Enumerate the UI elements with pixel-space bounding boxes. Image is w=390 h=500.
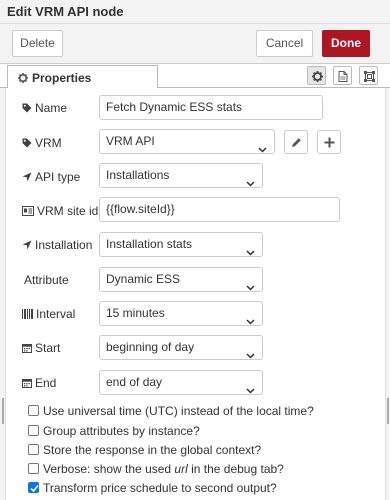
chevron-down-icon [246,344,255,367]
chevron-down-icon [246,310,255,333]
checkmark-icon [30,484,39,493]
gear-icon [312,71,323,82]
name-input[interactable]: Fetch Dynamic ESS stats [99,95,323,120]
file-icon [338,71,348,82]
end-select[interactable]: end of day [99,370,263,395]
end-label-text: End [35,376,57,390]
interval-label: Interval [22,307,75,322]
vrm-label-text: VRM [35,136,62,150]
dialog-titlebar: Edit VRM API node [0,0,390,24]
installation-select[interactable]: Installation stats [99,232,263,257]
attribute-label: Attribute [24,273,69,287]
barcode-icon [22,308,33,322]
site-id-label-text: VRM site id [37,204,99,218]
end-label: End [22,376,56,391]
chevron-down-icon [258,138,267,161]
attribute-select[interactable]: Dynamic ESS [99,267,263,292]
store-global-checkbox-label: Store the response in the global context… [43,443,262,457]
api-type-select-value: Installations [106,168,170,182]
start-label: Start [22,341,60,356]
end-select-value: end of day [106,375,163,389]
tab-appearance[interactable] [359,66,378,85]
api-type-label: API type [22,170,80,185]
vrm-select-value: VRM API [106,134,155,148]
installation-label-text: Installation [35,238,93,252]
installation-label: Installation [22,238,92,253]
interval-select[interactable]: 15 minutes [99,301,263,326]
delete-button[interactable]: Delete [12,30,63,57]
utc-checkbox-label: Use universal time (UTC) instead of the … [43,404,314,418]
vrm-label: VRM [22,136,62,151]
frame-icon [364,71,375,82]
start-select[interactable]: beginning of day [99,335,263,360]
api-type-label-text: API type [35,170,81,184]
verbose-label-before: Verbose: show the used [43,462,175,476]
group-attributes-checkbox-label: Group attributes by instance? [43,424,200,438]
dialog-title: Edit VRM API node [7,4,124,19]
name-label: Name [22,101,67,116]
verbose-checkbox-label: Verbose: show the used url in the debug … [43,462,284,476]
tab-properties-label: Properties [32,71,92,85]
right-edge [385,88,390,500]
attribute-select-value: Dynamic ESS [106,272,181,286]
id-card-icon [22,205,34,219]
name-label-text: Name [35,101,68,115]
tag-icon [22,102,32,116]
verbose-label-url: url [174,462,188,476]
interval-label-text: Interval [36,307,76,321]
right-resize-grip[interactable] [387,398,389,424]
start-select-value: beginning of day [106,340,195,354]
calendar-icon [22,377,32,391]
location-arrow-icon [22,239,32,253]
verbose-label-after: in the debug tab? [187,462,284,476]
site-id-input[interactable]: {{flow.siteId}} [99,197,340,222]
api-type-select[interactable]: Installations [99,163,263,188]
site-id-label: VRM site id [22,204,98,219]
tab-settings[interactable] [307,66,326,85]
dialog-toolbar: Delete Cancel Done [0,24,390,64]
chevron-down-icon [246,172,255,195]
chevron-down-icon [246,241,255,264]
utc-checkbox[interactable] [28,405,39,416]
cancel-button[interactable]: Cancel [256,30,313,57]
chevron-down-icon [246,379,255,402]
tag-icon [22,137,32,151]
transform-price-checkbox[interactable] [28,482,39,493]
start-label-text: Start [35,341,61,355]
interval-select-value: 15 minutes [106,306,165,320]
pencil-icon [292,138,301,147]
tab-description[interactable] [333,66,352,85]
left-resize-grip[interactable] [2,398,4,424]
location-arrow-icon [22,171,32,185]
plus-icon [324,137,335,148]
left-edge [0,88,6,500]
gear-icon [18,72,28,86]
installation-select-value: Installation stats [106,237,193,251]
group-attributes-checkbox[interactable] [28,425,39,436]
vrm-select[interactable]: VRM API [99,129,275,154]
tab-properties[interactable]: Properties [7,65,158,88]
tabs-bar: Properties [0,64,390,88]
done-button[interactable]: Done [322,30,370,57]
transform-price-checkbox-label: Transform price schedule to second outpu… [43,481,277,495]
verbose-checkbox[interactable] [28,463,39,474]
calendar-icon [22,342,32,356]
add-config-button[interactable] [317,130,341,154]
store-global-checkbox[interactable] [28,444,39,455]
chevron-down-icon [246,276,255,299]
edit-config-button[interactable] [284,130,308,154]
